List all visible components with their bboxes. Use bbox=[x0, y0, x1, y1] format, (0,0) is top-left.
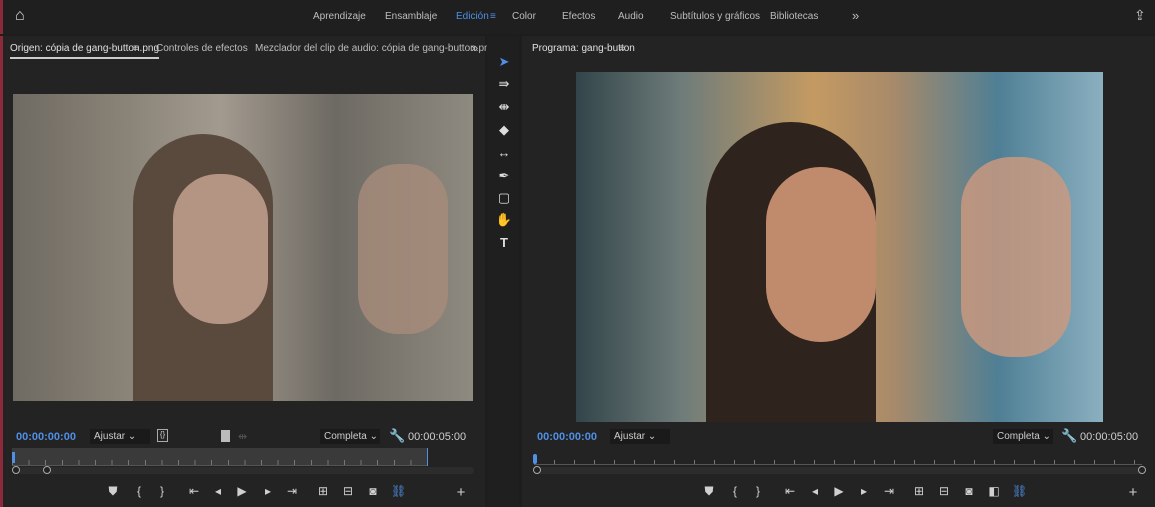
program-scroll-handle-left[interactable] bbox=[533, 466, 541, 474]
safe-margins-icon[interactable]: {} bbox=[157, 429, 168, 442]
mark-in-icon[interactable]: { bbox=[132, 484, 146, 498]
export-frame-icon[interactable]: ◙ bbox=[366, 484, 380, 498]
tab-audio-clip-mixer[interactable]: Mezclador del clip de audio: cópia de ga… bbox=[255, 43, 495, 54]
lift-icon[interactable]: ⊞ bbox=[912, 484, 926, 498]
program-button-editor-icon[interactable]: + bbox=[1126, 484, 1140, 501]
workspace-menu-icon[interactable]: ≡ bbox=[490, 11, 496, 22]
source-out-point bbox=[427, 448, 428, 466]
workspace-audio[interactable]: Audio bbox=[618, 11, 644, 22]
top-bar: ⌂ Aprendizaje Ensamblaje Edición ≡ Color… bbox=[0, 0, 1155, 34]
source-quality-value: Completa bbox=[324, 431, 367, 442]
workspace-edicion[interactable]: Edición bbox=[456, 11, 489, 22]
program-tab-menu-icon[interactable]: ≡ bbox=[619, 43, 625, 54]
program-play-icon[interactable]: ▶ bbox=[832, 484, 846, 498]
workspace-aprendizaje[interactable]: Aprendizaje bbox=[313, 11, 366, 22]
go-to-in-icon[interactable]: ⇤ bbox=[187, 484, 201, 498]
add-marker-icon[interactable]: ⛊ bbox=[106, 484, 120, 499]
program-proxy-toggle-icon[interactable]: ⛓ bbox=[1012, 484, 1027, 498]
pen-tool-icon[interactable]: ✒ bbox=[495, 168, 513, 184]
ripple-edit-tool-icon[interactable]: ⇼ bbox=[495, 99, 513, 115]
source-zoom-select[interactable]: Ajustar ⌄ bbox=[90, 429, 150, 444]
program-export-frame-icon[interactable]: ◙ bbox=[962, 484, 976, 498]
workspace-color[interactable]: Color bbox=[512, 11, 536, 22]
selection-tool-icon[interactable]: ➤ bbox=[495, 54, 513, 70]
program-duration: 00:00:05:00 bbox=[1080, 431, 1139, 443]
program-mark-out-icon[interactable]: } bbox=[751, 484, 765, 498]
step-forward-icon[interactable]: ▸ bbox=[261, 484, 275, 498]
settings-wrench-icon[interactable]: 🔧 bbox=[389, 428, 405, 444]
program-settings-wrench-icon[interactable]: 🔧 bbox=[1061, 428, 1077, 444]
program-scroll-handle-right[interactable] bbox=[1138, 466, 1146, 474]
program-zoom-select[interactable]: Ajustar ⌄ bbox=[610, 429, 670, 444]
drag-video-icon[interactable] bbox=[221, 430, 230, 442]
source-zoom-value: Ajustar bbox=[94, 431, 126, 442]
comparison-view-icon[interactable]: ◧ bbox=[987, 484, 1001, 498]
program-zoom-scrollbar[interactable] bbox=[536, 467, 1142, 474]
program-zoom-value: Ajustar bbox=[614, 431, 646, 442]
play-icon[interactable]: ▶ bbox=[235, 484, 249, 498]
source-time-ruler[interactable] bbox=[12, 448, 428, 466]
program-time-ruler[interactable] bbox=[534, 455, 1142, 465]
type-tool-icon[interactable]: T bbox=[495, 235, 513, 250]
program-playhead[interactable] bbox=[533, 454, 537, 464]
program-step-forward-icon[interactable]: ▸ bbox=[857, 484, 871, 498]
workspace-subtitulos[interactable]: Subtítulos y gráficos bbox=[670, 11, 760, 22]
source-quality-select[interactable]: Completa ⌄ bbox=[320, 429, 380, 444]
rectangle-tool-icon[interactable]: ▢ bbox=[495, 190, 513, 206]
program-quality-select[interactable]: Completa ⌄ bbox=[993, 429, 1053, 444]
program-add-marker-icon[interactable]: ⛊ bbox=[702, 484, 716, 499]
program-go-to-in-icon[interactable]: ⇤ bbox=[783, 484, 797, 498]
workspace-bibliotecas[interactable]: Bibliotecas bbox=[770, 11, 818, 22]
source-duration: 00:00:05:00 bbox=[408, 431, 467, 443]
workspace-efectos[interactable]: Efectos bbox=[562, 11, 595, 22]
source-current-timecode[interactable]: 00:00:00:00 bbox=[16, 431, 76, 443]
insert-icon[interactable]: ⊞ bbox=[316, 484, 330, 498]
button-editor-icon[interactable]: + bbox=[454, 484, 468, 501]
source-playhead[interactable] bbox=[12, 452, 15, 463]
mark-out-icon[interactable]: } bbox=[155, 484, 169, 498]
extract-icon[interactable]: ⊟ bbox=[937, 484, 951, 498]
step-back-icon[interactable]: ◂ bbox=[211, 484, 225, 498]
more-tabs-icon[interactable]: » bbox=[471, 40, 478, 55]
program-go-to-out-icon[interactable]: ⇥ bbox=[882, 484, 896, 498]
go-to-out-icon[interactable]: ⇥ bbox=[285, 484, 299, 498]
program-video-frame bbox=[576, 72, 1103, 422]
drag-audio-icon[interactable]: ⇹ bbox=[238, 430, 247, 443]
source-video-frame bbox=[13, 94, 473, 401]
overwrite-icon[interactable]: ⊟ bbox=[341, 484, 355, 498]
source-zoom-scrollbar[interactable] bbox=[14, 467, 474, 474]
tab-effect-controls[interactable]: Controles de efectos bbox=[156, 43, 248, 54]
more-workspaces-icon[interactable]: » bbox=[852, 8, 859, 23]
hand-tool-icon[interactable]: ✋ bbox=[495, 212, 513, 228]
track-select-tool-icon[interactable]: ⇛ bbox=[495, 76, 513, 92]
home-icon[interactable]: ⌂ bbox=[15, 7, 25, 25]
program-step-back-icon[interactable]: ◂ bbox=[808, 484, 822, 498]
tab-menu-icon[interactable]: ≡ bbox=[133, 43, 139, 54]
program-current-timecode[interactable]: 00:00:00:00 bbox=[537, 431, 597, 443]
scroll-handle-right[interactable] bbox=[43, 466, 51, 474]
scroll-handle-left[interactable] bbox=[12, 466, 20, 474]
program-quality-value: Completa bbox=[997, 431, 1040, 442]
program-mark-in-icon[interactable]: { bbox=[728, 484, 742, 498]
razor-tool-icon[interactable]: ◆ bbox=[495, 122, 513, 138]
workspace-ensamblaje[interactable]: Ensamblaje bbox=[385, 11, 437, 22]
slip-tool-icon[interactable]: ↔ bbox=[495, 145, 513, 160]
proxy-toggle-icon[interactable]: ⛓ bbox=[391, 484, 406, 498]
share-icon[interactable]: ⇪ bbox=[1134, 7, 1146, 24]
